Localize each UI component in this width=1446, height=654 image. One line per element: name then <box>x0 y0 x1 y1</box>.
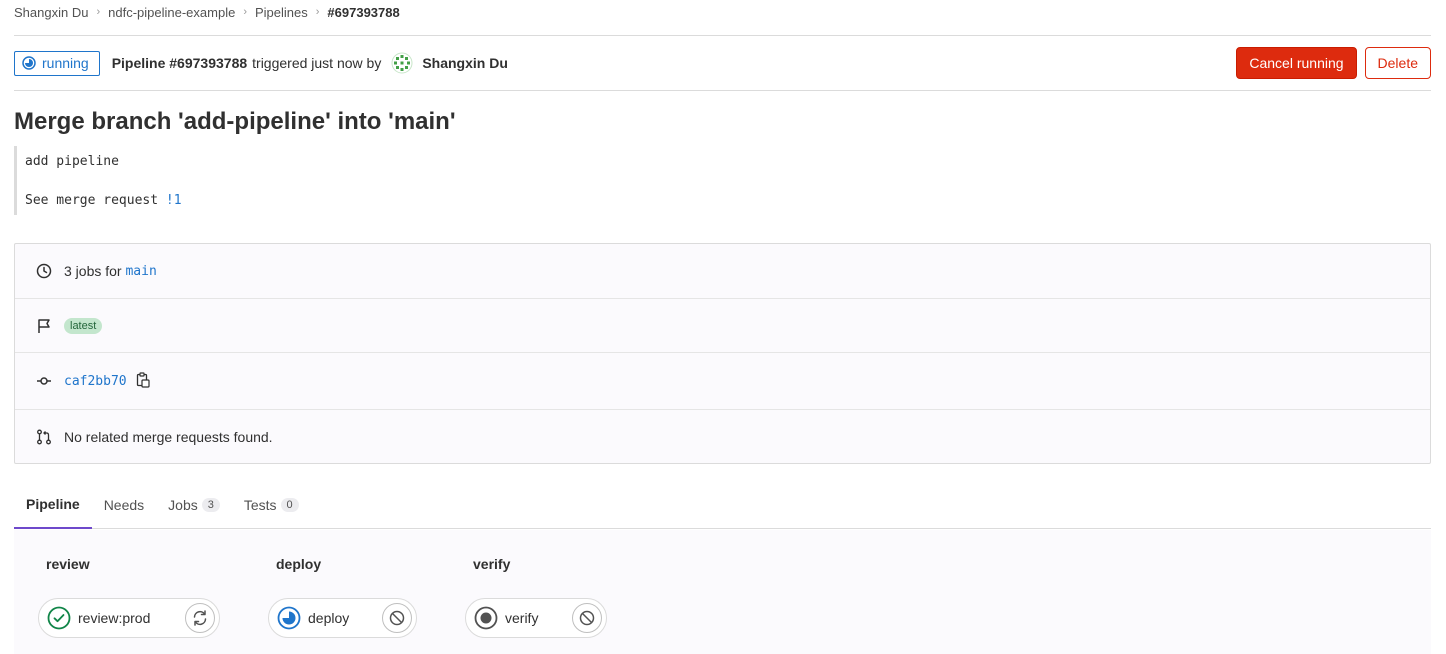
tab-count: 3 <box>201 497 220 512</box>
pipeline-info-box: 3 jobs for main latest caf2bb70 No relat… <box>14 243 1431 464</box>
job-name: verify <box>505 610 539 626</box>
chevron-right-icon: › <box>315 6 320 18</box>
status-success-icon <box>47 606 71 630</box>
triggered-text: triggered just now by <box>252 55 382 71</box>
status-label: running <box>42 55 89 71</box>
commit-icon <box>35 372 53 390</box>
pipeline-header: running Pipeline #697393788 triggered ju… <box>14 47 1431 79</box>
pipeline-graph: review review:prod deploy deploy verify … <box>14 530 1431 654</box>
user-name[interactable]: Shangxin Du <box>422 55 508 71</box>
stage-title-deploy: deploy <box>276 556 322 572</box>
chevron-right-icon: › <box>96 6 101 18</box>
flag-icon <box>35 317 53 335</box>
avatar[interactable] <box>391 52 413 74</box>
retry-icon[interactable] <box>185 603 215 633</box>
merge-request-text: See merge request <box>25 193 166 208</box>
jobs-text: 3 jobs for <box>64 263 122 279</box>
no-merge-requests-text: No related merge requests found. <box>64 429 273 445</box>
badges-row: latest <box>15 299 1430 353</box>
tab-label: Jobs <box>168 496 198 513</box>
job-name: deploy <box>308 610 350 626</box>
job-name: review:prod <box>78 610 151 626</box>
tab-needs[interactable]: Needs <box>92 480 156 529</box>
status-badge[interactable]: running <box>14 50 100 76</box>
commit-message-line: add pipeline <box>25 154 119 169</box>
commit-message: add pipeline See merge request !1 <box>14 146 414 215</box>
commit-sha-link[interactable]: caf2bb70 <box>64 374 127 389</box>
merge-request-icon <box>35 428 53 446</box>
branch-link[interactable]: main <box>125 264 156 279</box>
tab-count: 0 <box>280 497 299 512</box>
tab-tests[interactable]: Tests 0 <box>232 480 311 529</box>
clock-icon <box>35 262 53 280</box>
job-verify[interactable]: verify <box>465 598 607 638</box>
divider <box>14 35 1431 36</box>
pipeline-tabs: Pipeline Needs Jobs 3 Tests 0 <box>14 480 1431 529</box>
cancel-running-button[interactable]: Cancel running <box>1236 47 1357 79</box>
tab-label: Tests <box>243 496 277 513</box>
status-running-icon <box>22 56 36 70</box>
tab-jobs[interactable]: Jobs 3 <box>156 480 232 529</box>
breadcrumb-pipelines[interactable]: Pipelines <box>255 5 308 20</box>
tab-label: Pipeline <box>26 495 80 512</box>
divider <box>14 90 1431 91</box>
commit-message-line: See merge request !1 <box>25 185 414 215</box>
cancel-icon[interactable] <box>382 603 412 633</box>
commit-row: caf2bb70 <box>15 353 1430 410</box>
jobs-row: 3 jobs for main <box>15 244 1430 299</box>
job-deploy[interactable]: deploy <box>268 598 417 638</box>
cancel-icon[interactable] <box>572 603 602 633</box>
commit-title: Merge branch 'add-pipeline' into 'main' <box>14 108 456 135</box>
tab-label: Needs <box>103 496 145 513</box>
stage-title-review: review <box>46 556 90 572</box>
latest-badge: latest <box>64 317 103 334</box>
breadcrumb-current[interactable]: #697393788 <box>327 5 399 20</box>
pipeline-summary: Pipeline #697393788 triggered just now b… <box>112 52 508 74</box>
status-running-icon <box>277 606 301 630</box>
merge-requests-row: No related merge requests found. <box>15 410 1430 464</box>
breadcrumb-project[interactable]: ndfc-pipeline-example <box>108 5 235 20</box>
job-review-prod[interactable]: review:prod <box>38 598 220 638</box>
copy-icon[interactable] <box>136 371 150 391</box>
delete-button[interactable]: Delete <box>1364 47 1431 79</box>
breadcrumb: Shangxin Du › ndfc-pipeline-example › Pi… <box>14 4 400 20</box>
breadcrumb-user[interactable]: Shangxin Du <box>14 5 88 20</box>
merge-request-link[interactable]: !1 <box>166 193 182 208</box>
status-created-icon <box>474 606 498 630</box>
header-actions: Cancel running Delete <box>1236 47 1431 79</box>
chevron-right-icon: › <box>243 6 247 18</box>
pipeline-id: Pipeline #697393788 <box>111 55 248 71</box>
stage-title-verify: verify <box>473 556 511 572</box>
tab-pipeline[interactable]: Pipeline <box>14 480 92 529</box>
